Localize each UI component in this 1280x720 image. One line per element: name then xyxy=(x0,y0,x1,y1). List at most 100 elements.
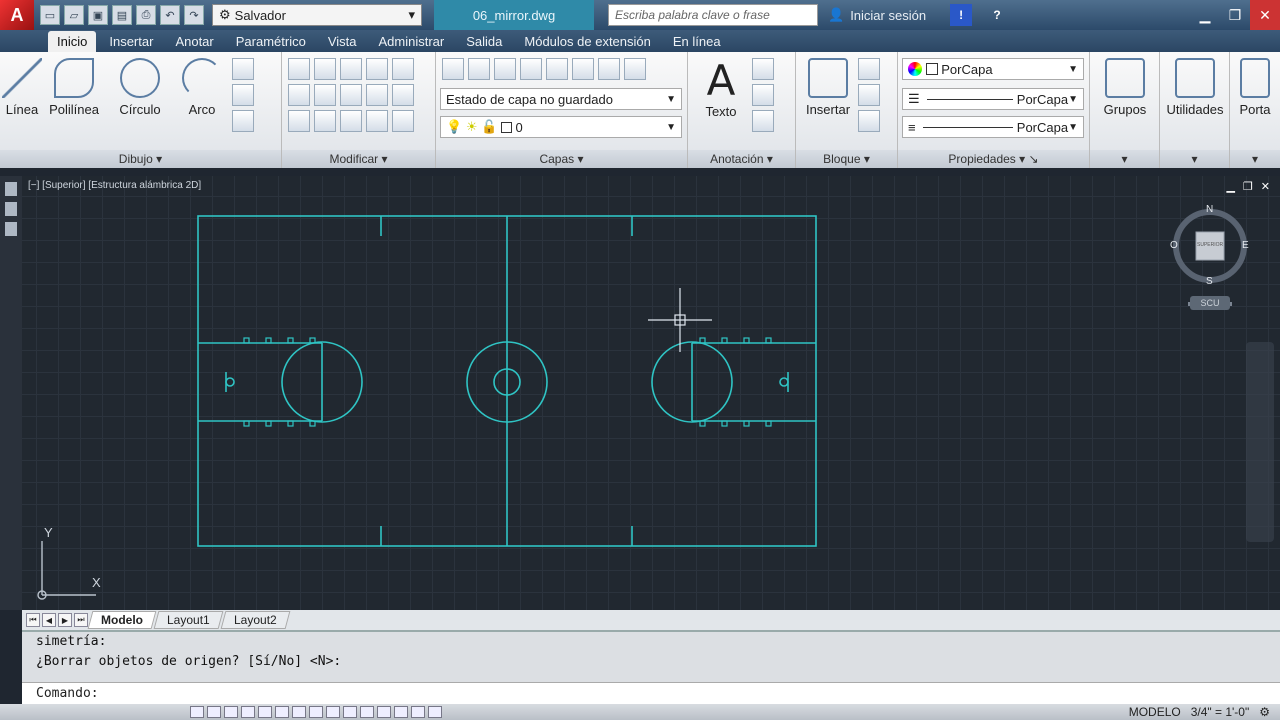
tab-parametrico[interactable]: Paramétrico xyxy=(227,31,315,52)
copy-icon[interactable] xyxy=(392,58,414,80)
table-icon[interactable] xyxy=(752,110,774,132)
snap-icon[interactable] xyxy=(207,706,221,718)
lwt-icon[interactable] xyxy=(360,706,374,718)
palette-icon[interactable] xyxy=(5,202,17,216)
layer-icon[interactable] xyxy=(520,58,542,80)
wcs-menu[interactable]: SCU xyxy=(1190,296,1230,310)
viewcube[interactable]: N S E O SUPERIOR SCU xyxy=(1170,204,1250,310)
scale-icon[interactable] xyxy=(392,84,414,106)
app-menu-button[interactable]: A xyxy=(0,0,34,30)
panel-title-modificar[interactable]: Modificar ▾ xyxy=(282,150,435,168)
layer-icon[interactable] xyxy=(572,58,594,80)
am-icon[interactable] xyxy=(428,706,442,718)
layer-properties-icon[interactable] xyxy=(442,58,464,80)
tab-anotar[interactable]: Anotar xyxy=(166,31,222,52)
tab-salida[interactable]: Salida xyxy=(457,31,511,52)
polar-icon[interactable] xyxy=(258,706,272,718)
panel-title-anotacion[interactable]: Anotación ▾ xyxy=(688,150,795,168)
palette-icon[interactable] xyxy=(5,182,17,196)
undo-icon[interactable]: ↶ xyxy=(160,5,180,25)
erase-icon[interactable] xyxy=(366,58,388,80)
ellipse-icon[interactable] xyxy=(232,84,254,106)
color-dropdown[interactable]: PorCapa ▼ xyxy=(902,58,1084,80)
compass-south[interactable]: S xyxy=(1206,276,1213,287)
left-hoop[interactable] xyxy=(225,377,235,387)
ortho-icon[interactable] xyxy=(241,706,255,718)
layer-icon[interactable] xyxy=(468,58,490,80)
tab-layout2[interactable]: Layout2 xyxy=(220,611,290,629)
text-tool[interactable]: A Texto xyxy=(690,56,752,119)
tab-insertar[interactable]: Insertar xyxy=(100,31,162,52)
tpy-icon[interactable] xyxy=(377,706,391,718)
minimize-icon[interactable]: ▁ xyxy=(1190,0,1220,30)
layer-icon[interactable] xyxy=(624,58,646,80)
polyline-tool[interactable]: Polilínea xyxy=(44,56,104,117)
align-icon[interactable] xyxy=(340,110,362,132)
basketball-court-drawing[interactable] xyxy=(22,176,1280,610)
layer-dropdown[interactable]: 💡 ☀ 🔓 0 ▼ xyxy=(440,116,682,138)
layer-state-dropdown[interactable]: Estado de capa no guardado ▼ xyxy=(440,88,682,110)
layer-icon[interactable] xyxy=(546,58,568,80)
attribute-icon[interactable] xyxy=(858,110,880,132)
edit-block-icon[interactable] xyxy=(858,84,880,106)
tab-administrar[interactable]: Administrar xyxy=(370,31,454,52)
next-tab-icon[interactable]: ▶ xyxy=(58,613,72,627)
compass-north[interactable]: N xyxy=(1206,204,1213,215)
panel-title-porta[interactable]: ▾ xyxy=(1230,150,1280,168)
panel-title-capas[interactable]: Capas ▾ xyxy=(436,150,687,168)
last-tab-icon[interactable]: ⏭ xyxy=(74,613,88,627)
new-icon[interactable]: ▭ xyxy=(40,5,60,25)
grid-icon[interactable] xyxy=(224,706,238,718)
utilities-tool[interactable]: Utilidades xyxy=(1164,56,1226,117)
lineweight-dropdown[interactable]: ≡ PorCapa ▼ xyxy=(902,116,1084,138)
infer-icon[interactable] xyxy=(190,706,204,718)
signin-button[interactable]: 👤 Iniciar sesión xyxy=(828,7,926,23)
open-icon[interactable]: ▱ xyxy=(64,5,84,25)
search-input[interactable]: Escriba palabra clave o frase xyxy=(608,4,818,26)
rotate-icon[interactable] xyxy=(314,58,336,80)
layer-icon[interactable] xyxy=(598,58,620,80)
dyn-icon[interactable] xyxy=(343,706,357,718)
first-tab-icon[interactable]: ⏮ xyxy=(26,613,40,627)
dimension-icon[interactable] xyxy=(752,58,774,80)
arc-tool[interactable]: Arco xyxy=(172,56,232,117)
create-block-icon[interactable] xyxy=(858,58,880,80)
mirror-icon[interactable] xyxy=(288,84,310,106)
help-icon[interactable]: ? xyxy=(986,4,1008,26)
tab-modelo[interactable]: Modelo xyxy=(87,611,157,629)
panel-title-dibujo[interactable]: Dibujo ▾ xyxy=(0,150,281,168)
osnap-icon[interactable] xyxy=(275,706,289,718)
navigation-bar[interactable] xyxy=(1246,342,1274,542)
chamfer-icon[interactable] xyxy=(392,110,414,132)
command-input[interactable]: Comando: xyxy=(22,682,1280,704)
palette-icon[interactable] xyxy=(5,222,17,236)
rectangle-icon[interactable] xyxy=(232,58,254,80)
exchange-icon[interactable]: ! xyxy=(950,4,973,26)
fillet-icon[interactable] xyxy=(314,84,336,106)
panel-title-grupos[interactable]: ▾ xyxy=(1090,150,1159,168)
clipboard-tool[interactable]: Porta xyxy=(1230,56,1280,117)
redo-icon[interactable]: ↷ xyxy=(184,5,204,25)
panel-title-bloque[interactable]: Bloque ▾ xyxy=(796,150,897,168)
save-icon[interactable]: ▣ xyxy=(88,5,108,25)
linetype-dropdown[interactable]: ☰ PorCapa ▼ xyxy=(902,88,1084,110)
qp-icon[interactable] xyxy=(394,706,408,718)
compass-west[interactable]: O xyxy=(1170,240,1178,251)
layer-icon[interactable] xyxy=(494,58,516,80)
insert-block-tool[interactable]: Insertar xyxy=(798,56,858,117)
print-icon[interactable]: ⎙ xyxy=(136,5,156,25)
tab-layout1[interactable]: Layout1 xyxy=(153,611,224,629)
tab-inicio[interactable]: Inicio xyxy=(48,31,97,52)
panel-title-propiedades[interactable]: Propiedades ▾ ↘ xyxy=(898,150,1089,168)
circle-tool[interactable]: Círculo xyxy=(110,56,170,117)
drawing-viewport[interactable]: [−] [Superior] [Estructura alámbrica 2D]… xyxy=(22,176,1280,610)
restore-icon[interactable]: ❐ xyxy=(1220,0,1250,30)
array-icon[interactable] xyxy=(288,110,310,132)
otrack-icon[interactable] xyxy=(309,706,323,718)
offset-icon[interactable] xyxy=(314,110,336,132)
panel-title-utilidades[interactable]: ▾ xyxy=(1160,150,1229,168)
annotation-scale[interactable]: 3/4" = 1'-0" xyxy=(1191,705,1250,719)
model-space-toggle[interactable]: MODELO xyxy=(1129,705,1181,719)
move-icon[interactable] xyxy=(288,58,310,80)
groups-tool[interactable]: Grupos xyxy=(1094,56,1156,117)
